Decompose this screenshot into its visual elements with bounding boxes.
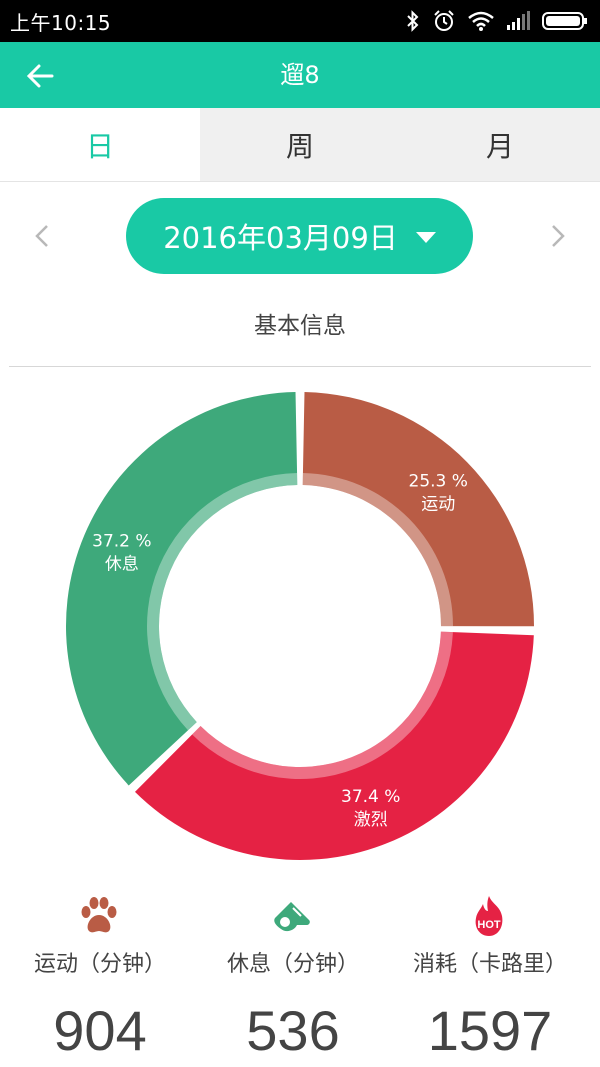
tab-month[interactable]: 月 — [400, 108, 600, 181]
paw-icon — [81, 897, 117, 933]
activity-donut-chart: 25.3 % 运动 37.4 % 激烈 37.2 % 休息 — [66, 392, 534, 860]
hot-flame-icon: HOT — [475, 896, 503, 936]
stats-row: 运动（分钟） 904 休息（分钟） 536 HOT 消耗（卡路里） 1597 — [0, 890, 600, 1067]
app-title: 遛8 — [280, 61, 320, 89]
divider — [9, 366, 591, 367]
app-bar: 遛8 — [0, 42, 600, 108]
stat-value: 536 — [246, 999, 340, 1062]
next-date-button[interactable] — [542, 218, 572, 254]
section-title: 基本信息 — [254, 313, 346, 339]
stat-value: 1597 — [427, 999, 553, 1062]
stat-value: 904 — [53, 999, 147, 1062]
status-icons — [406, 9, 588, 33]
slice-name-label: 运动 — [421, 495, 455, 515]
status-bar: 上午10:15 — [0, 0, 600, 42]
donut-slice-2 — [66, 392, 298, 786]
caret-down-icon — [415, 231, 436, 243]
stat-label: 休息（分钟） — [226, 952, 359, 977]
chevron-left-icon — [35, 225, 48, 247]
slice-name-label: 激烈 — [354, 810, 388, 830]
whistle-icon — [274, 902, 310, 932]
donut-slice-1 — [134, 631, 534, 860]
signal-icon — [507, 11, 530, 30]
wifi-icon — [468, 11, 494, 31]
previous-date-button[interactable] — [28, 218, 58, 254]
date-navigation: 2016年03月09日 — [0, 198, 600, 274]
status-time: 上午10:15 — [10, 10, 112, 35]
selected-date: 2016年03月09日 — [163, 221, 398, 255]
bluetooth-icon — [407, 10, 419, 32]
slice-percent-label: 25.3 % — [409, 472, 468, 492]
slice-percent-label: 37.4 % — [341, 787, 400, 807]
slice-name-label: 休息 — [105, 554, 139, 574]
period-tabs: 日 周 月 — [0, 108, 600, 182]
battery-icon — [542, 12, 587, 30]
slice-percent-label: 37.2 % — [92, 531, 151, 551]
tab-week[interactable]: 周 — [200, 108, 400, 181]
tab-day[interactable]: 日 — [0, 108, 200, 181]
alarm-icon — [434, 10, 454, 31]
svg-text:HOT: HOT — [477, 919, 501, 931]
date-picker-button[interactable]: 2016年03月09日 — [126, 198, 473, 274]
stat-label: 运动（分钟） — [33, 952, 166, 977]
stat-label: 消耗（卡路里） — [412, 952, 567, 977]
donut-slice-0 — [302, 392, 534, 627]
chevron-right-icon — [552, 225, 565, 247]
